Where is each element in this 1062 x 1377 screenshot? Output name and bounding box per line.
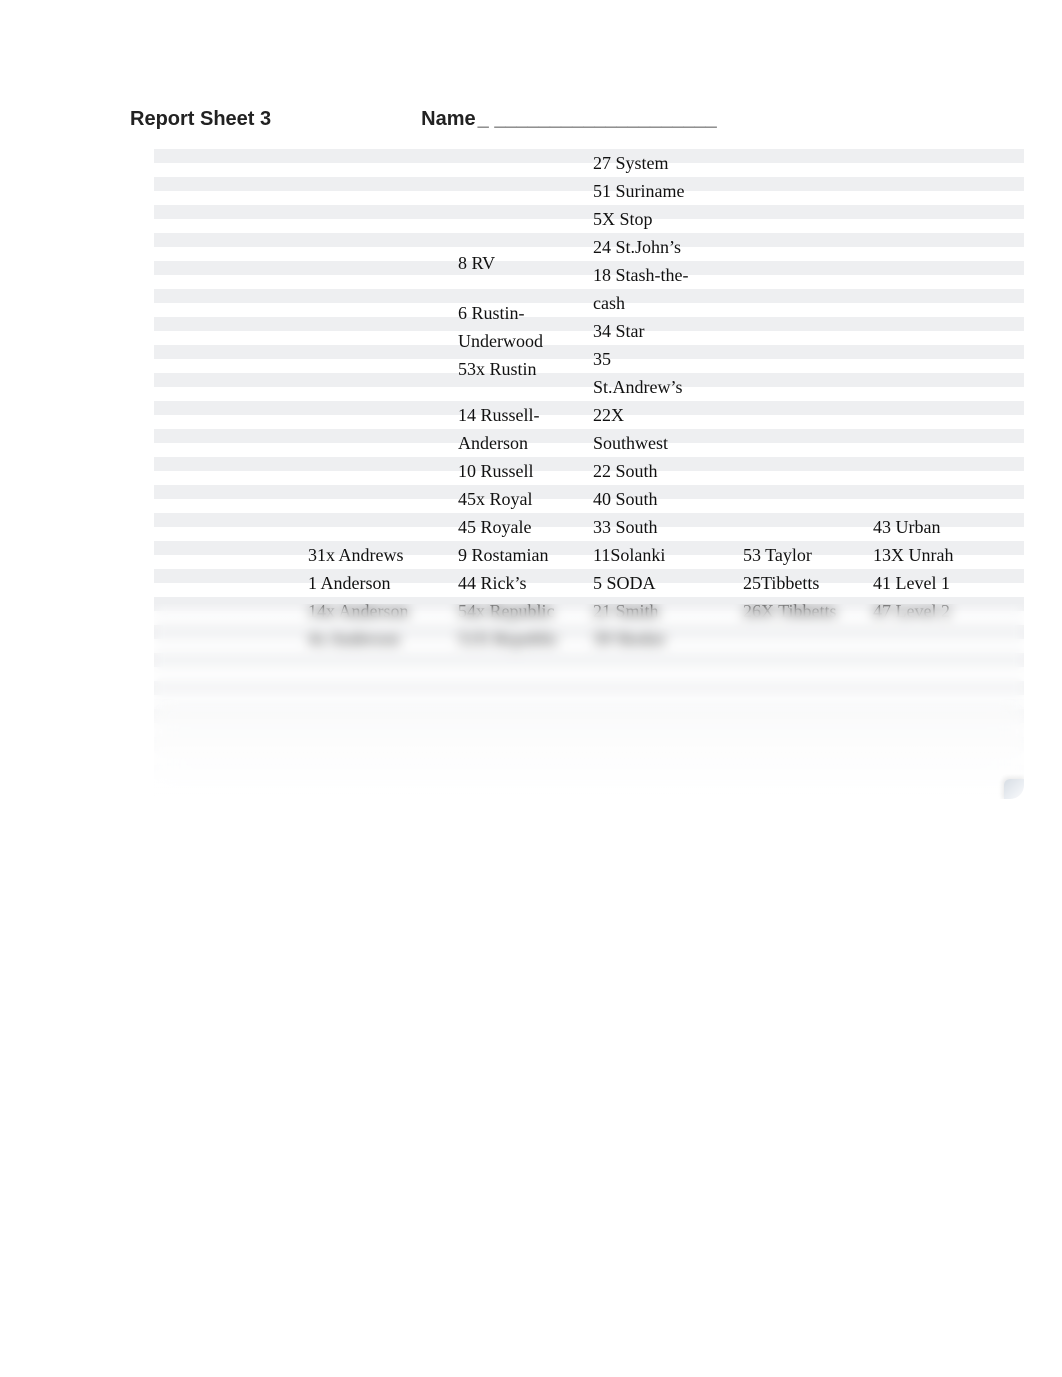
table-cell: 33 South [589,513,739,541]
table-cell: 26X Tibbetts [739,597,869,625]
table-cell: 35 [589,345,739,373]
table-cell: 10 Russell [454,457,589,485]
table-cell: St.Andrew’s [589,373,739,401]
column-1 [154,149,304,799]
table-cell: 24 St.John’s [589,233,739,261]
table-cell: 14 Russell- [454,401,589,429]
column-2: 31x Andrews 1 Anderson 14x Anderson 4x A… [304,149,454,799]
table-cell: 54x Republic [454,597,589,625]
table-cell: 45 Royale [454,513,589,541]
column-6: 43 Urban 13X Unrah 41 Level 1 47 Level 2 [869,149,999,799]
worksheet-table: 31x Andrews 1 Anderson 14x Anderson 4x A… [154,149,1024,799]
page-curl-icon [1004,779,1024,799]
name-label: Name [421,108,475,131]
table-cell: 41 Level 1 [869,569,999,597]
table-cell: 22X [589,401,739,429]
columns-container: 31x Andrews 1 Anderson 14x Anderson 4x A… [154,149,1024,799]
table-cell: 39 Skokie [589,625,739,653]
table-cell: 31x Andrews [304,541,454,569]
table-cell: 8 RV [454,249,589,277]
table-cell: Underwood [454,327,589,355]
table-cell: 34 Star [589,317,739,345]
report-title: Report Sheet 3 [130,108,271,131]
table-cell-spacer [739,625,869,653]
table-cell: 21 Smith [589,597,739,625]
table-cell: 45x Royal [454,485,589,513]
column-5: 53 Taylor 25Tibbetts 26X Tibbetts [739,149,869,799]
page: Report Sheet 3 Name _ __________________… [0,0,1062,799]
table-cell: 22 South [589,457,739,485]
table-cell: 4x Anderson [304,625,454,653]
table-cell-spacer [454,383,589,401]
table-cell: 47 Level 2 [869,597,999,625]
table-cell: 51 Suriname [589,177,739,205]
table-cell: Southwest [589,429,739,457]
table-cell-spacer [454,277,589,299]
table-cell-spacer [869,625,999,653]
table-cell: cash [589,289,739,317]
column-3: 8 RV 6 Rustin- Underwood 53x Rustin 14 R… [454,149,589,799]
table-cell: 14x Anderson [304,597,454,625]
table-cell: 44 Rick’s [454,569,589,597]
table-cell: 6 Rustin- [454,299,589,327]
table-cell: 53 Taylor [739,541,869,569]
table-cell: 27 System [589,149,739,177]
table-cell: 40 South [589,485,739,513]
table-cell: 11Solanki [589,541,739,569]
table-cell: 25Tibbetts [739,569,869,597]
table-cell: 5X Stop [589,205,739,233]
column-4: 27 System 51 Suriname 5X Stop 24 St.John… [589,149,739,799]
header: Report Sheet 3 Name _ __________________… [130,108,1012,131]
table-cell: 5 SODA [589,569,739,597]
table-cell: 43 Urban [869,513,999,541]
table-cell: 13X Unrah [869,541,999,569]
table-cell: 53x Rustin [454,355,589,383]
table-cell: 1 Anderson [304,569,454,597]
table-cell: 18 Stash-the- [589,261,739,289]
table-cell: Anderson [454,429,589,457]
table-cell: 51X Republic [454,625,589,653]
table-cell: 9 Rostamian [454,541,589,569]
name-blank-line[interactable]: _ ____________________ [478,108,717,131]
